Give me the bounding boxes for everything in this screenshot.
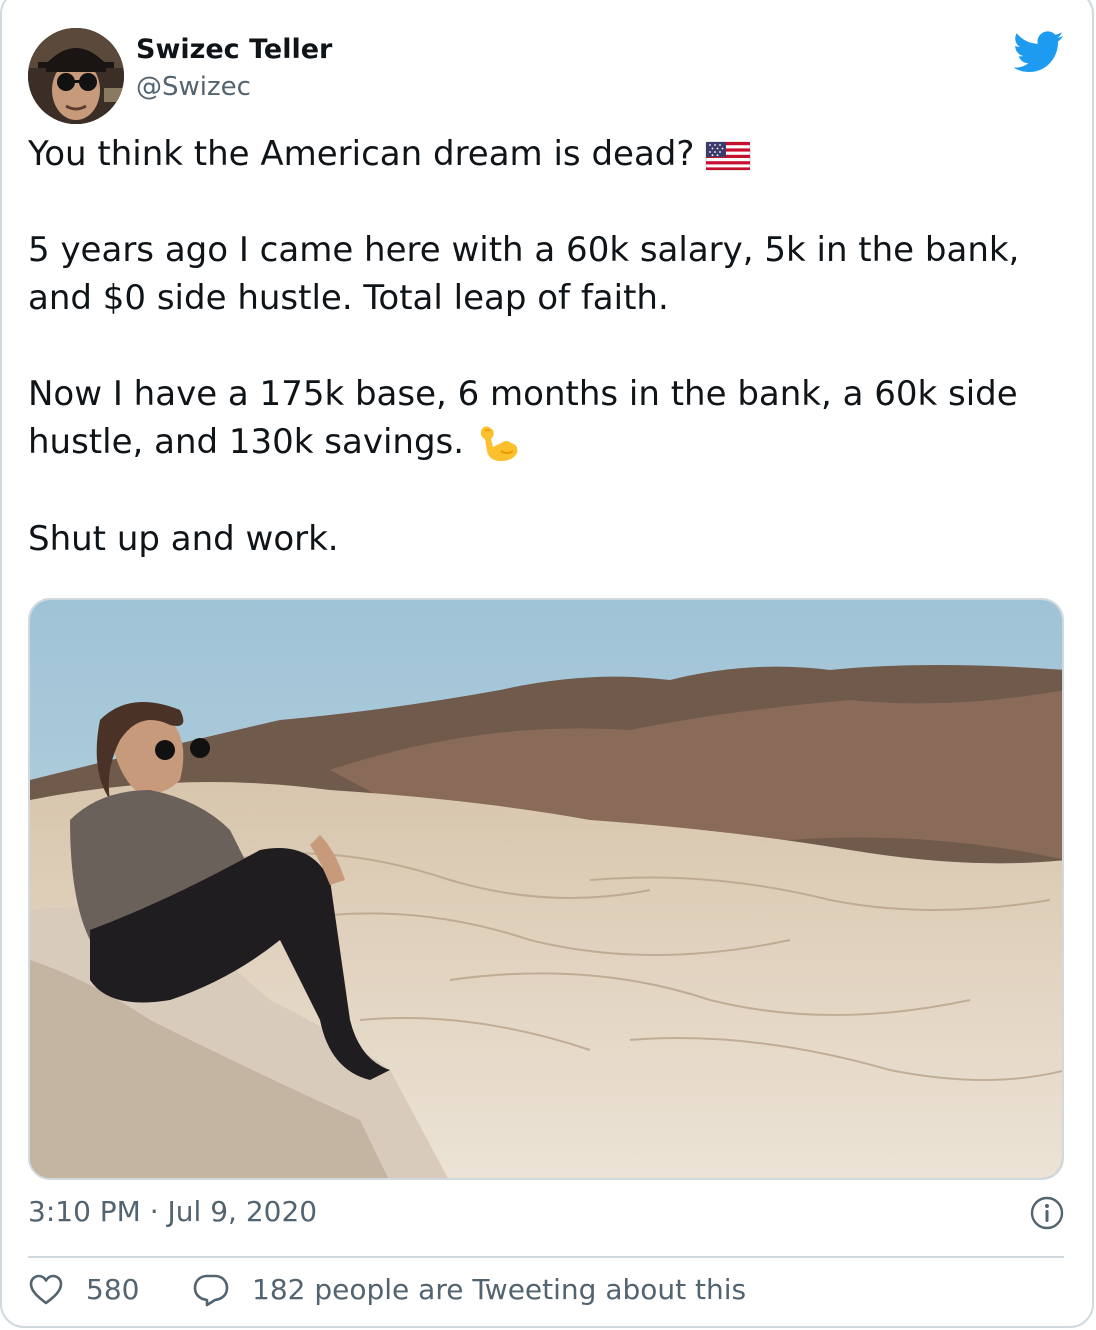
author-names[interactable]: Swizec Teller @Swizec <box>136 32 332 106</box>
desert-photo <box>30 600 1062 1178</box>
heart-icon <box>29 1274 63 1305</box>
tweet-timestamp[interactable]: 3:10 PM · Jul 9, 2020 <box>28 1195 317 1228</box>
conversation-link[interactable]: 182 people are Tweeting about this <box>192 1268 746 1312</box>
tweet-paragraph-2: 5 years ago I came here with a 60k salar… <box>28 230 1020 318</box>
info-icon[interactable] <box>1030 1196 1064 1230</box>
twitter-bird-icon[interactable] <box>1014 30 1064 74</box>
tweet-meta: 3:10 PM · Jul 9, 2020 <box>28 1188 1068 1236</box>
tweet-actions: 580 182 people are Tweeting about this <box>28 1268 1068 1312</box>
us-flag-icon <box>705 141 751 170</box>
like-button[interactable]: 580 <box>28 1268 139 1312</box>
tweet-paragraph-1: You think the American dream is dead? <box>28 130 1068 178</box>
like-count: 580 <box>86 1273 140 1306</box>
tweet-line: You think the American dream is dead? <box>28 134 695 174</box>
author-name[interactable]: Swizec Teller <box>136 32 332 68</box>
flexed-biceps-icon <box>480 426 518 461</box>
tweet-paragraph-3: Now I have a 175k base, 6 months in the … <box>28 370 1068 467</box>
tweet-photo[interactable] <box>28 598 1064 1180</box>
divider <box>28 1256 1064 1258</box>
avatar[interactable] <box>28 28 124 124</box>
reply-bubble-icon <box>193 1274 229 1307</box>
tweet-header: Swizec Teller @Swizec <box>28 28 1068 128</box>
tweet-line: Now I have a 175k base, 6 months in the … <box>28 374 1018 462</box>
author-handle[interactable]: @Swizec <box>136 68 332 106</box>
conversation-text: 182 people are Tweeting about this <box>252 1273 747 1306</box>
tweet-text: You think the American dream is dead? 5 … <box>28 130 1068 563</box>
tweet-paragraph-4: Shut up and work. <box>28 518 339 559</box>
